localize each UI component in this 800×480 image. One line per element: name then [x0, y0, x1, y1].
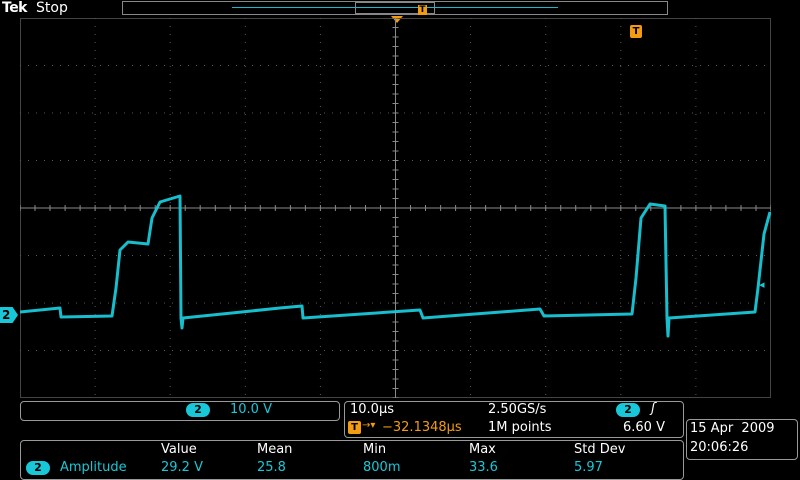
rising-edge-icon: ʃ [651, 401, 656, 416]
trigger-level: 6.60 V [623, 420, 665, 435]
channel-scale: 10.0 V [230, 402, 272, 417]
header-min: Min [363, 442, 387, 457]
header-std-dev: Std Dev [574, 442, 626, 457]
measurement-min: 800m [363, 460, 401, 475]
measurement-mean: 25.8 [257, 460, 286, 475]
channel-2-badge: 2 [186, 403, 210, 417]
horizontal-delay: −32.1348µs [382, 420, 462, 435]
measurement-std-dev: 5.97 [574, 460, 603, 475]
channel-2-ground-marker[interactable]: 2 [0, 307, 18, 323]
waveform-display [20, 18, 771, 398]
date-label: 15 Apr 2009 [690, 421, 775, 436]
graticule-grid [20, 18, 771, 398]
header-value: Value [161, 442, 197, 457]
trigger-point-icon: T [630, 25, 642, 38]
header-mean: Mean [257, 442, 293, 457]
measurement-channel-badge: 2 [26, 461, 50, 475]
record-length: 1M points [488, 420, 552, 435]
delay-arrow-icon: →▾ [362, 420, 376, 431]
sample-rate: 2.50GS/s [488, 402, 547, 417]
measurement-max: 33.6 [469, 460, 498, 475]
channel-readout-box[interactable] [20, 401, 340, 421]
delay-trigger-icon: T [348, 421, 361, 434]
time-label: 20:06:26 [690, 440, 749, 455]
record-trigger-icon: T [418, 5, 427, 15]
trigger-level-arrow-icon[interactable]: ◂ [759, 278, 765, 291]
run-state-label: Stop [36, 0, 68, 16]
trigger-source-badge: 2 [616, 403, 640, 417]
tek-logo: Tek [2, 0, 28, 16]
horizontal-scale: 10.0µs [350, 402, 394, 417]
header-max: Max [469, 442, 496, 457]
measurement-value: 29.2 V [161, 460, 203, 475]
measurement-name: Amplitude [60, 460, 127, 475]
